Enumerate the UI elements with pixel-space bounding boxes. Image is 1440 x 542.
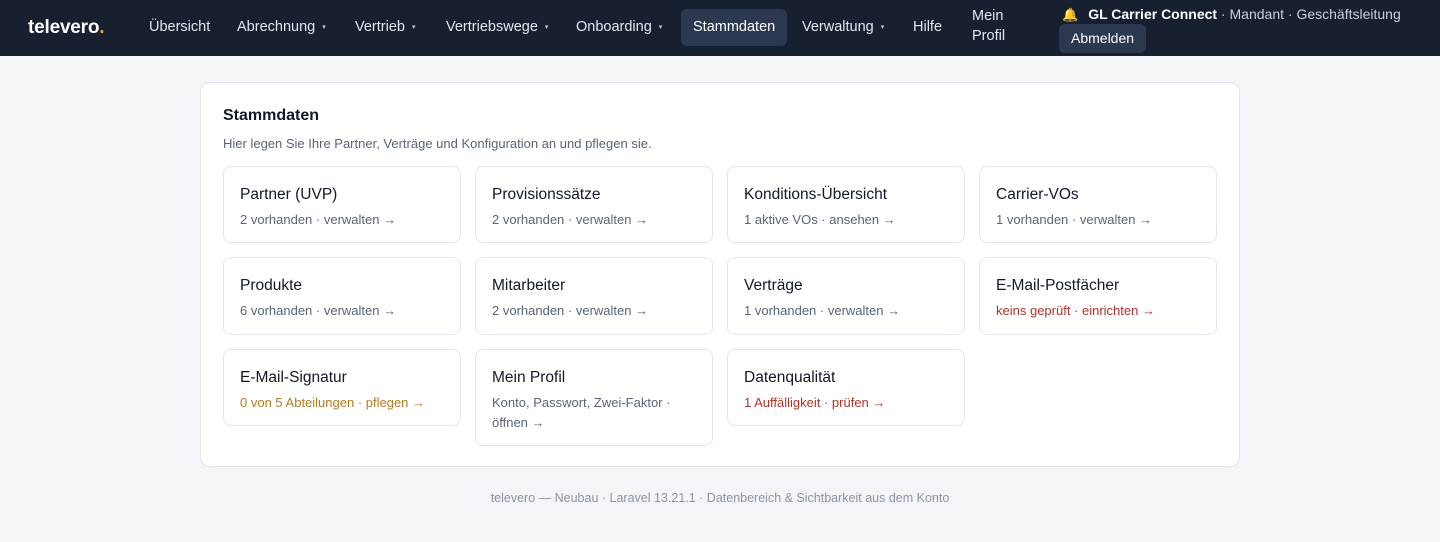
page-subtitle: Hier legen Sie Ihre Partner, Verträge un… bbox=[223, 136, 652, 151]
card-meta: 1 aktive VOs · ansehen → bbox=[744, 212, 896, 227]
card-title: Verträge bbox=[744, 277, 803, 294]
nav-item-stammdaten[interactable]: Stammdaten bbox=[681, 9, 788, 46]
card-carrier-vos[interactable]: Carrier-VOs 1 vorhanden · verwalten → bbox=[979, 166, 1217, 243]
top-navigation: televero. Übersicht Abrechnung ▾ Vertrieb… bbox=[0, 0, 1440, 56]
card-meta: 2 vorhanden · verwalten → bbox=[492, 303, 649, 318]
caret-down-icon: ▾ bbox=[411, 24, 416, 31]
card-mein-profil[interactable]: Mein Profil Konto, Passwort, Zwei-Faktor… bbox=[475, 349, 713, 446]
tenant-name: GL Carrier Connect bbox=[1088, 6, 1218, 22]
card-title: Mein Profil bbox=[492, 369, 566, 386]
card-title: E-Mail-Signatur bbox=[240, 369, 347, 386]
card-meta: 2 vorhanden · verwalten → bbox=[492, 212, 649, 227]
nav-item-vertrieb[interactable]: Vertrieb ▾ bbox=[343, 9, 428, 46]
card-title: Mitarbeiter bbox=[492, 277, 566, 294]
card-produkte[interactable]: Produkte 6 vorhanden · verwalten → bbox=[223, 257, 461, 335]
card-meta: 2 vorhanden · verwalten → bbox=[240, 212, 397, 227]
card-vertraege[interactable]: Verträge 1 vorhanden · verwalten → bbox=[727, 257, 965, 335]
brand-dot: . bbox=[99, 17, 105, 38]
logout-button[interactable]: Abmelden bbox=[1059, 24, 1147, 53]
card-meta-warning: 1 Auffälligkeit · prüfen → bbox=[744, 395, 886, 410]
card-partner[interactable]: Partner (UVP) 2 vorhanden · verwalten → bbox=[223, 166, 461, 243]
card-title: Partner (UVP) bbox=[240, 186, 338, 203]
nav-item-uebersicht[interactable]: Übersicht bbox=[137, 9, 222, 46]
card-mitarbeiter[interactable]: Mitarbeiter 2 vorhanden · verwalten → bbox=[475, 257, 713, 335]
nav-item-onboarding[interactable]: Onboarding ▾ bbox=[564, 9, 674, 46]
card-title: Provisionssätze bbox=[492, 186, 601, 203]
card-meta: 1 vorhanden · verwalten → bbox=[744, 303, 901, 318]
card-meta: 1 vorhanden · verwalten → bbox=[996, 212, 1153, 227]
card-title: E-Mail-Postfächer bbox=[996, 277, 1120, 294]
card-meta-warning: 0 von 5 Abteilungen · pflegen → bbox=[240, 395, 426, 410]
caret-down-icon: ▾ bbox=[658, 24, 663, 31]
card-title: Carrier-VOs bbox=[996, 186, 1079, 203]
brand-name: televero bbox=[28, 17, 100, 38]
nav-item-vertriebswege[interactable]: Vertriebswege ▾ bbox=[434, 9, 560, 46]
tenant-info: 🔔 GL Carrier Connect · Mandant · Geschäft… bbox=[1062, 6, 1401, 23]
card-datenqualitaet[interactable]: Datenqualität 1 Auffälligkeit · prüfen → bbox=[727, 349, 965, 426]
caret-down-icon: ▾ bbox=[322, 24, 326, 31]
card-meta-warning: keins geprüft · einrichten → bbox=[996, 303, 1155, 318]
caret-down-icon: ▾ bbox=[880, 24, 885, 31]
nav-item-mein-profil[interactable]: Mein Profil bbox=[972, 6, 1022, 46]
stammdaten-panel: Stammdaten Hier legen Sie Ihre Partner, … bbox=[200, 82, 1240, 467]
card-meta: Konto, Passwort, Zwei-Faktor · öffnen → bbox=[492, 395, 671, 430]
brand-logo[interactable]: televero. bbox=[28, 17, 105, 39]
tenant-detail: · Mandant · Geschäftsleitung bbox=[1217, 6, 1401, 22]
caret-down-icon: ▾ bbox=[544, 24, 549, 31]
card-email-postfaecher[interactable]: E-Mail-Postfächer keins geprüft · einric… bbox=[979, 257, 1217, 335]
card-provisionssaetze[interactable]: Provisionssätze 2 vorhanden · verwalten … bbox=[475, 166, 713, 243]
footer-text: televero — Neubau · Laravel 13.21.1 · Da… bbox=[490, 491, 950, 505]
nav-item-hilfe[interactable]: Hilfe bbox=[901, 9, 954, 46]
nav-item-verwaltung[interactable]: Verwaltung ▾ bbox=[790, 9, 896, 46]
card-meta: 6 vorhanden · verwalten → bbox=[240, 303, 397, 318]
card-title: Konditions-Übersicht bbox=[744, 186, 888, 203]
page-title: Stammdaten bbox=[223, 107, 320, 124]
card-konditions-uebersicht[interactable]: Konditions-Übersicht 1 aktive VOs · anse… bbox=[727, 166, 965, 243]
card-title: Produkte bbox=[240, 277, 303, 294]
card-email-signatur[interactable]: E-Mail-Signatur 0 von 5 Abteilungen · pf… bbox=[223, 349, 461, 426]
bell-icon[interactable]: 🔔 bbox=[1062, 7, 1078, 22]
nav-item-abrechnung[interactable]: Abrechnung ▾ bbox=[225, 9, 338, 46]
card-title: Datenqualität bbox=[744, 369, 836, 386]
